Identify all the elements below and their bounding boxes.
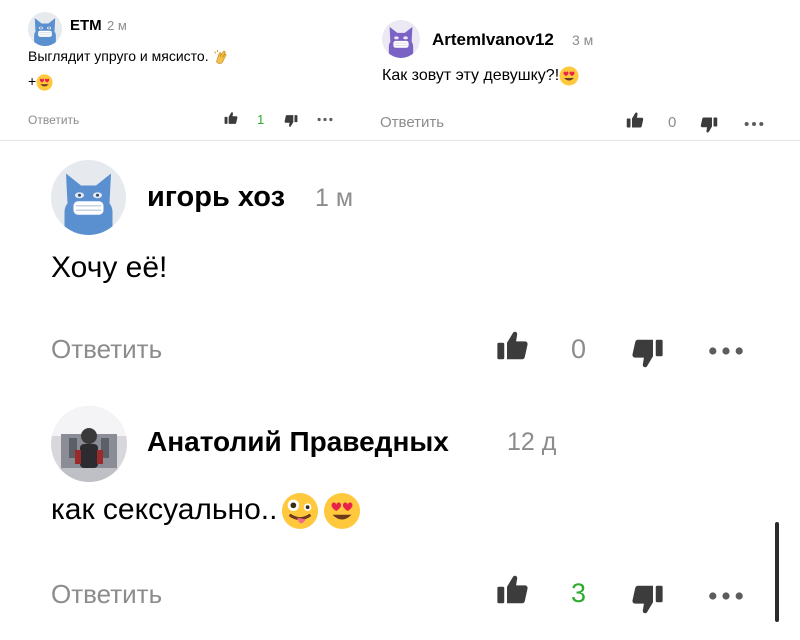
- thumbs-down-icon[interactable]: [700, 116, 718, 134]
- comment-time: 1 м: [315, 184, 354, 212]
- comment-time: 2 м: [107, 18, 127, 33]
- more-dots-icon[interactable]: [317, 117, 333, 122]
- author-name[interactable]: ETM: [70, 17, 102, 34]
- reply-button[interactable]: Ответить: [28, 113, 79, 127]
- author-name[interactable]: Анатолий Праведных: [147, 426, 449, 458]
- comment-artemivanov12: ArtemIvanov12 3 м Как зовут эту девушку?…: [360, 0, 800, 140]
- more-dots-icon[interactable]: [708, 591, 744, 601]
- comment-text-line2-content: +: [28, 73, 37, 89]
- zany-face-emoji-icon: [281, 492, 319, 530]
- more-dots-icon[interactable]: [708, 346, 744, 356]
- like-count: 0: [668, 114, 677, 131]
- thumbs-up-icon[interactable]: [224, 111, 238, 125]
- comment-text-content: Как зовут эту девушку?!: [382, 67, 560, 85]
- cat-mask-avatar-icon: [51, 160, 126, 235]
- thumbs-down-icon[interactable]: [284, 114, 298, 128]
- reply-button[interactable]: Ответить: [380, 114, 444, 131]
- heart-eyes-emoji-icon: [323, 492, 361, 530]
- thumbs-up-icon[interactable]: [496, 329, 529, 362]
- scrollbar[interactable]: [775, 522, 779, 622]
- author-name[interactable]: игорь хоз: [147, 181, 285, 214]
- like-count: 1: [257, 112, 265, 127]
- avatar[interactable]: [51, 406, 127, 482]
- comment-text-line2: +: [28, 73, 53, 91]
- like-count: 0: [571, 334, 587, 364]
- comment-text: как сексуально..: [51, 492, 361, 530]
- cat-mask-avatar-icon: [382, 20, 420, 58]
- comment-time: 3 м: [572, 32, 594, 48]
- comment-anatoliy-pravednyh: Анатолий Праведных 12 д как сексуально..…: [0, 386, 800, 640]
- comment-time: 12 д: [507, 428, 557, 456]
- author-name[interactable]: ArtemIvanov12: [432, 30, 554, 50]
- avatar[interactable]: [382, 20, 420, 58]
- reply-button[interactable]: Ответить: [51, 334, 162, 365]
- comment-igor-hoz: игорь хоз 1 м Хочу её! Ответить 0: [0, 141, 800, 386]
- avatar[interactable]: [28, 12, 62, 46]
- thumbs-down-icon[interactable]: [631, 583, 664, 616]
- thumbs-down-icon[interactable]: [631, 337, 664, 370]
- comment-text-content: Выглядит упруго и мясисто.: [28, 48, 209, 64]
- thumbs-up-icon[interactable]: [496, 573, 529, 606]
- like-count: 3: [571, 578, 587, 608]
- comment-text: Как зовут эту девушку?!: [382, 66, 579, 86]
- comment-text: Хочу её!: [51, 251, 168, 284]
- user-photo-icon: [51, 406, 127, 482]
- cat-mask-avatar-icon: [28, 12, 62, 46]
- clapping-hands-emoji-icon: [212, 48, 230, 66]
- heart-eyes-emoji-icon: [559, 66, 579, 86]
- more-dots-icon[interactable]: [744, 121, 764, 127]
- comment-text-content: как сексуально..: [51, 492, 278, 526]
- thumbs-up-icon[interactable]: [626, 111, 644, 129]
- avatar[interactable]: [51, 160, 126, 235]
- reply-button[interactable]: Ответить: [51, 579, 162, 610]
- comment-etm: ETM 2 м Выглядит упруго и мясисто. + Отв…: [0, 0, 360, 140]
- comment-text: Выглядит упруго и мясисто.: [28, 48, 230, 66]
- heart-eyes-emoji-icon: [36, 74, 53, 91]
